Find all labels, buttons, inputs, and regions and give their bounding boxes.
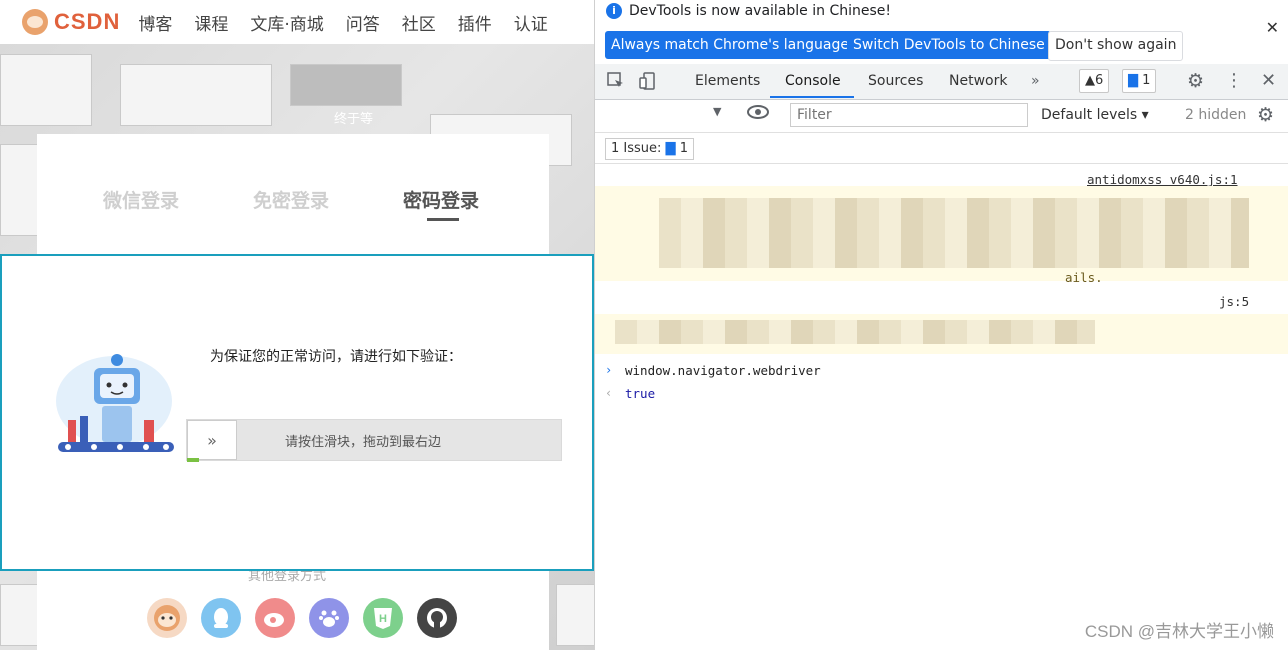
more-options-icon[interactable]: ⋮: [1225, 70, 1243, 91]
warning-message: ails.: [595, 186, 1288, 285]
tab-underline: [427, 218, 459, 221]
hidden-count: 2 hidden: [1185, 107, 1247, 123]
tab-passwordless-login[interactable]: 免密登录: [253, 186, 329, 213]
web-page: CSDN 博客 课程 文库·商城 问答 社区 插件 认证 终于等 微信登录 免密…: [0, 0, 594, 650]
devtools-tabbar: Elements Console Sources Network » ▲6 ▇ …: [595, 64, 1288, 100]
active-tab-indicator: [770, 96, 854, 98]
baidu-icon[interactable]: [309, 598, 349, 638]
console-filterbar: ▼ Default levels ▾ 2 hidden ⚙: [595, 100, 1288, 133]
console-output: antidomxss_v640.js:1 ails. js:5 › window…: [595, 164, 1288, 650]
close-devtools-icon[interactable]: ✕: [1261, 70, 1276, 91]
tab-password-login[interactable]: 密码登录: [403, 186, 479, 213]
nav-blog[interactable]: 博客: [138, 10, 172, 35]
device-toolbar-icon[interactable]: [639, 72, 657, 94]
nav-courses[interactable]: 课程: [194, 10, 228, 35]
dont-show-again-button[interactable]: Don't show again: [1048, 31, 1184, 61]
console-filter-input[interactable]: [790, 103, 1028, 127]
log-levels-label: Default levels: [1041, 107, 1138, 123]
issues-button[interactable]: 1 Issue: ▇ 1: [605, 138, 694, 160]
inspect-element-icon[interactable]: [607, 72, 625, 94]
tab-elements[interactable]: Elements: [695, 73, 760, 89]
language-infobar: i DevTools is now available in Chinese! …: [595, 0, 1288, 64]
warnings-badge[interactable]: ▲6: [1079, 69, 1110, 93]
tab-console[interactable]: Console: [785, 73, 841, 89]
logo-text: CSDN: [54, 9, 121, 34]
messages-count: 1: [1142, 73, 1151, 88]
info-icon: i: [606, 3, 622, 19]
issues-bar: 1 Issue: ▇ 1: [595, 133, 1288, 164]
log-levels-dropdown[interactable]: Default levels ▾: [1041, 107, 1149, 123]
devtools-panel: i DevTools is now available in Chinese! …: [594, 0, 1288, 650]
tab-sources[interactable]: Sources: [868, 73, 923, 89]
avatar-icon[interactable]: [147, 598, 187, 638]
warning-message-2: [595, 314, 1288, 354]
csdn-logo[interactable]: CSDN: [22, 9, 120, 35]
captcha-title: 为保证您的正常访问，请进行如下验证：: [210, 349, 462, 365]
tab-network[interactable]: Network: [949, 73, 1007, 89]
robot-illustration-icon: [56, 354, 174, 452]
warning-icon: ▲: [1085, 73, 1095, 88]
github-icon[interactable]: [417, 598, 457, 638]
log-source-link[interactable]: antidomxss_v640.js:1: [1087, 172, 1238, 187]
captcha-slider-handle[interactable]: »: [187, 420, 237, 460]
log-source-link-2[interactable]: js:5: [1219, 294, 1249, 309]
nav-certification[interactable]: 认证: [514, 10, 548, 35]
watermark: CSDN @吉林大学王小懒: [1084, 622, 1274, 641]
banner-tip: 终于等: [334, 112, 374, 127]
warning-text-tail: ails.: [1065, 270, 1103, 285]
match-language-button[interactable]: Always match Chrome's language: [605, 31, 855, 59]
issues-label: 1 Issue:: [611, 141, 662, 156]
double-chevron-right-icon: »: [207, 430, 217, 450]
nav-plugins[interactable]: 插件: [458, 10, 492, 35]
slider-instruction: 请按住滑块，拖动到最右边: [285, 435, 442, 450]
close-icon[interactable]: ✕: [1266, 18, 1279, 37]
more-tabs-icon[interactable]: »: [1031, 73, 1040, 89]
messages-badge[interactable]: ▇ 1: [1122, 69, 1157, 93]
redacted-content: [659, 198, 1249, 268]
top-navbar: CSDN 博客 课程 文库·商城 问答 社区 插件 认证: [0, 0, 594, 44]
tab-wechat-login[interactable]: 微信登录: [103, 186, 179, 213]
nav-library-mall[interactable]: 文库·商城: [250, 10, 323, 35]
eye-icon[interactable]: [747, 104, 769, 125]
qq-icon[interactable]: [201, 598, 241, 638]
redacted-content-2: [615, 320, 1095, 344]
nav-qa[interactable]: 问答: [346, 10, 380, 35]
settings-gear-icon[interactable]: ⚙: [1187, 70, 1204, 92]
message-icon: ▇: [1128, 73, 1138, 88]
captcha-slider-track: » 请按住滑块，拖动到最右边: [186, 419, 562, 462]
html5-icon[interactable]: H: [363, 598, 403, 638]
svg-text:H: H: [379, 613, 387, 625]
weibo-icon[interactable]: [255, 598, 295, 638]
infobar-message: DevTools is now available in Chinese!: [629, 3, 891, 19]
captcha-dialog: 为保证您的正常访问，请进行如下验证： » 请按住滑块，拖动到最右边: [0, 254, 594, 571]
issue-icon: ▇: [665, 141, 676, 156]
result-arrow-icon: ‹: [605, 386, 613, 400]
mascot-icon: [22, 9, 48, 35]
warnings-count: 6: [1095, 73, 1104, 88]
console-result: true: [625, 386, 656, 401]
nav-community[interactable]: 社区: [402, 10, 436, 35]
input-prompt-icon: ›: [605, 363, 613, 377]
console-settings-gear-icon[interactable]: ⚙: [1257, 104, 1274, 126]
slider-progress: [187, 458, 199, 462]
console-command[interactable]: window.navigator.webdriver: [625, 363, 821, 378]
switch-to-chinese-button[interactable]: Switch DevTools to Chinese: [847, 31, 1051, 59]
issues-count: 1: [679, 141, 688, 156]
context-dropdown-icon[interactable]: ▼: [713, 105, 721, 118]
